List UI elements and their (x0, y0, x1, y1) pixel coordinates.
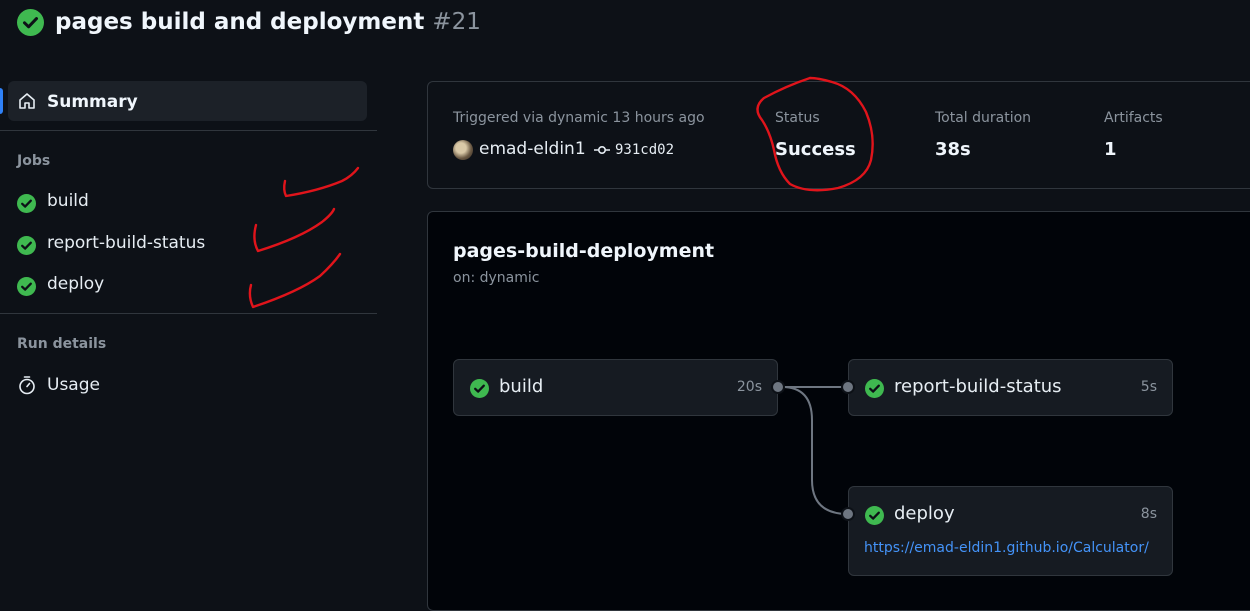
red-annotation-marks (248, 76, 874, 309)
